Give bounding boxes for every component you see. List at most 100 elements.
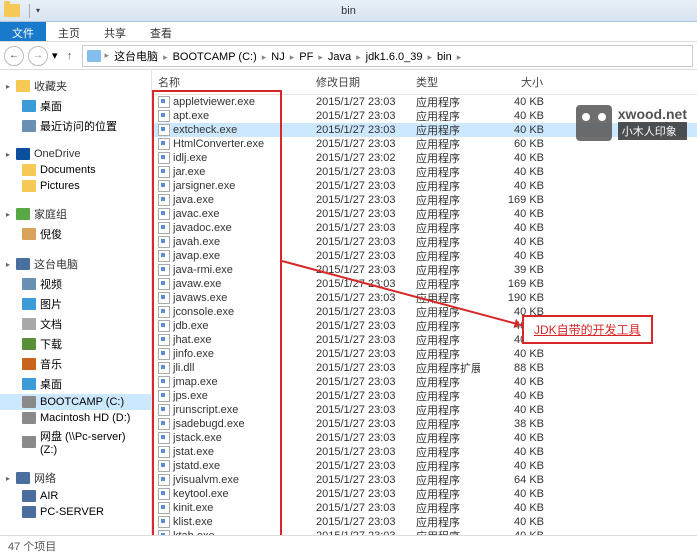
- file-row[interactable]: extcheck.exe2015/1/27 23:03应用程序40 KB: [152, 123, 697, 137]
- file-row[interactable]: jsadebugd.exe2015/1/27 23:03应用程序38 KB: [152, 417, 697, 431]
- sidebar-item-documents[interactable]: Documents: [0, 162, 151, 178]
- file-size: 60 KB: [480, 138, 550, 150]
- app-folder-icon: [4, 4, 20, 17]
- breadcrumb-item[interactable]: jdk1.6.0_39: [363, 51, 426, 63]
- file-row[interactable]: jrunscript.exe2015/1/27 23:03应用程序40 KB: [152, 403, 697, 417]
- sidebar-item-recent[interactable]: 最近访问的位置: [0, 116, 151, 136]
- file-row[interactable]: idlj.exe2015/1/27 23:02应用程序40 KB: [152, 151, 697, 165]
- star-icon: [16, 80, 30, 92]
- file-row[interactable]: javap.exe2015/1/27 23:03应用程序40 KB: [152, 249, 697, 263]
- file-row[interactable]: javaws.exe2015/1/27 23:03应用程序190 KB: [152, 291, 697, 305]
- sidebar-item-pcserver[interactable]: PC-SERVER: [0, 504, 151, 520]
- file-row[interactable]: kinit.exe2015/1/27 23:03应用程序40 KB: [152, 501, 697, 515]
- sidebar-item-downloads[interactable]: 下载: [0, 334, 151, 354]
- sidebar-this-pc[interactable]: ▸这台电脑: [0, 254, 151, 274]
- file-row[interactable]: jmap.exe2015/1/27 23:03应用程序40 KB: [152, 375, 697, 389]
- computer-icon: [22, 506, 36, 518]
- file-size: 40 KB: [480, 208, 550, 220]
- sidebar-item-label: Pictures: [40, 180, 80, 192]
- sidebar-item-documents2[interactable]: 文档: [0, 314, 151, 334]
- file-row[interactable]: jstat.exe2015/1/27 23:03应用程序40 KB: [152, 445, 697, 459]
- file-date: 2015/1/27 23:03: [310, 460, 410, 472]
- file-date: 2015/1/27 23:03: [310, 320, 410, 332]
- file-name: appletviewer.exe: [173, 96, 255, 108]
- file-date: 2015/1/27 23:03: [310, 124, 410, 136]
- nav-up-button[interactable]: ↑: [62, 48, 78, 64]
- file-row[interactable]: keytool.exe2015/1/27 23:03应用程序40 KB: [152, 487, 697, 501]
- sidebar-item-desktop[interactable]: 桌面: [0, 96, 151, 116]
- file-name: apt.exe: [173, 110, 209, 122]
- ribbon: 文件 主页 共享 查看: [0, 22, 697, 42]
- file-date: 2015/1/27 23:03: [310, 138, 410, 150]
- file-row[interactable]: klist.exe2015/1/27 23:03应用程序40 KB: [152, 515, 697, 529]
- ribbon-tab-view[interactable]: 查看: [138, 22, 184, 41]
- file-row[interactable]: jvisualvm.exe2015/1/27 23:03应用程序64 KB: [152, 473, 697, 487]
- sidebar-item-pictures2[interactable]: 图片: [0, 294, 151, 314]
- file-row[interactable]: javac.exe2015/1/27 23:03应用程序40 KB: [152, 207, 697, 221]
- col-header-name[interactable]: 名称: [152, 70, 310, 94]
- sidebar-item-user[interactable]: 倪俊: [0, 224, 151, 244]
- nav-back-button[interactable]: ←: [4, 46, 24, 66]
- chevron-right-icon: ▸: [354, 52, 363, 62]
- breadcrumb-item[interactable]: BOOTCAMP (C:): [170, 51, 260, 63]
- file-row[interactable]: javadoc.exe2015/1/27 23:03应用程序40 KB: [152, 221, 697, 235]
- breadcrumb-item[interactable]: 这台电脑: [111, 51, 161, 63]
- file-row[interactable]: java.exe2015/1/27 23:03应用程序169 KB: [152, 193, 697, 207]
- sidebar-item-drive-d[interactable]: Macintosh HD (D:): [0, 410, 151, 426]
- exe-file-icon: [158, 222, 170, 234]
- folder-icon: [22, 180, 36, 192]
- ribbon-tab-file[interactable]: 文件: [0, 22, 46, 41]
- file-row[interactable]: jps.exe2015/1/27 23:03应用程序40 KB: [152, 389, 697, 403]
- qat-dropdown-icon[interactable]: ▾: [36, 6, 40, 15]
- file-row[interactable]: jinfo.exe2015/1/27 23:03应用程序40 KB: [152, 347, 697, 361]
- network-icon: [16, 472, 30, 484]
- ribbon-tab-home[interactable]: 主页: [46, 22, 92, 41]
- sidebar-item-music[interactable]: 音乐: [0, 354, 151, 374]
- breadcrumb-item[interactable]: PF: [296, 51, 316, 63]
- col-header-size[interactable]: 大小: [480, 70, 550, 94]
- sidebar-homegroup[interactable]: ▸家庭组: [0, 204, 151, 224]
- file-row[interactable]: jli.dll2015/1/27 23:03应用程序扩展88 KB: [152, 361, 697, 375]
- col-header-date[interactable]: 修改日期: [310, 70, 410, 94]
- sidebar-item-drive-z[interactable]: 网盘 (\\Pc-server) (Z:): [0, 426, 151, 458]
- sidebar-item-pictures[interactable]: Pictures: [0, 178, 151, 194]
- file-date: 2015/1/27 23:03: [310, 362, 410, 374]
- file-date: 2015/1/27 23:03: [310, 180, 410, 192]
- file-row[interactable]: HtmlConverter.exe2015/1/27 23:03应用程序60 K…: [152, 137, 697, 151]
- file-row[interactable]: javah.exe2015/1/27 23:03应用程序40 KB: [152, 235, 697, 249]
- breadcrumb-item[interactable]: Java: [325, 51, 354, 63]
- breadcrumb-item[interactable]: NJ: [268, 51, 287, 63]
- file-row[interactable]: jar.exe2015/1/27 23:03应用程序40 KB: [152, 165, 697, 179]
- file-row[interactable]: apt.exe2015/1/27 23:03应用程序40 KB: [152, 109, 697, 123]
- sidebar-item-desktop2[interactable]: 桌面: [0, 374, 151, 394]
- file-row[interactable]: jstack.exe2015/1/27 23:03应用程序40 KB: [152, 431, 697, 445]
- sidebar-item-drive-c[interactable]: BOOTCAMP (C:): [0, 394, 151, 410]
- sidebar-onedrive[interactable]: ▸OneDrive: [0, 146, 151, 162]
- sidebar-homegroup-label: 家庭组: [34, 206, 67, 222]
- file-size: 40 KB: [480, 348, 550, 360]
- col-header-type[interactable]: 类型: [410, 70, 480, 94]
- sidebar-favorites[interactable]: ▸收藏夹: [0, 76, 151, 96]
- sidebar-network[interactable]: ▸网络: [0, 468, 151, 488]
- file-row[interactable]: jstatd.exe2015/1/27 23:03应用程序40 KB: [152, 459, 697, 473]
- sidebar-item-air[interactable]: AIR: [0, 488, 151, 504]
- chevron-right-icon: ▸: [426, 52, 435, 62]
- sidebar-item-video[interactable]: 视频: [0, 274, 151, 294]
- breadcrumb[interactable]: ▸ 这台电脑▸BOOTCAMP (C:)▸NJ▸PF▸Java▸jdk1.6.0…: [82, 45, 693, 67]
- nav-history-icon[interactable]: ▾: [52, 49, 58, 62]
- nav-forward-button[interactable]: →: [28, 46, 48, 66]
- file-row[interactable]: java-rmi.exe2015/1/27 23:03应用程序39 KB: [152, 263, 697, 277]
- file-size: 40 KB: [480, 432, 550, 444]
- file-row[interactable]: jarsigner.exe2015/1/27 23:03应用程序40 KB: [152, 179, 697, 193]
- file-size: 40 KB: [480, 166, 550, 178]
- breadcrumb-item[interactable]: bin: [434, 51, 455, 63]
- chevron-right-icon: ▸: [288, 52, 297, 62]
- ribbon-tab-share[interactable]: 共享: [92, 22, 138, 41]
- file-row[interactable]: ktab.exe2015/1/27 23:03应用程序40 KB: [152, 529, 697, 535]
- folder-icon: [22, 164, 36, 176]
- file-row[interactable]: appletviewer.exe2015/1/27 23:03应用程序40 KB: [152, 95, 697, 109]
- file-name: jvisualvm.exe: [173, 474, 239, 486]
- file-row[interactable]: javaw.exe2015/1/27 23:03应用程序169 KB: [152, 277, 697, 291]
- file-size: 40 KB: [480, 446, 550, 458]
- exe-file-icon: [158, 432, 170, 444]
